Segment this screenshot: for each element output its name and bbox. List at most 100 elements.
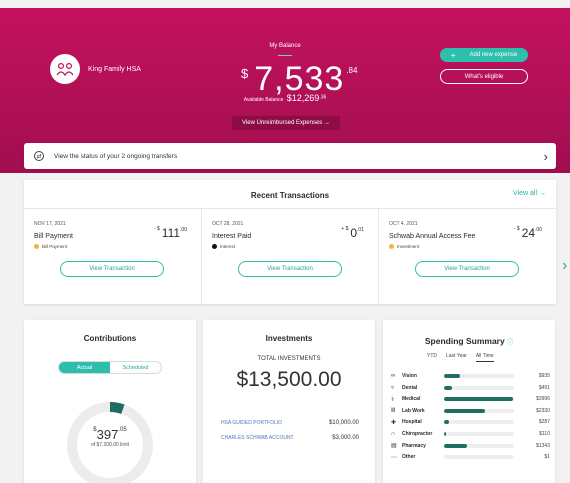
tab-scheduled[interactable]: Scheduled — [110, 362, 161, 373]
spending-bar-fill — [444, 385, 453, 390]
transaction-tag: Interest — [212, 244, 235, 249]
transaction-amount-cents: .00 — [535, 227, 542, 233]
spending-bar-track — [444, 455, 514, 460]
transaction-date: OCT 4, 2021 — [389, 221, 418, 227]
spending-category-value: $1343 — [536, 442, 550, 449]
transaction-title: Bill Payment — [34, 233, 73, 240]
view-unreimbursed-button[interactable]: View Unreimbursed Expenses → — [232, 116, 340, 130]
spending-bar-track — [444, 443, 514, 448]
contributions-card: Contributions Actual Scheduled $397.05 o… — [24, 320, 196, 483]
spending-row[interactable]: ✚ Hospital $287 — [391, 417, 551, 427]
available-amount: $12,269 — [286, 93, 320, 103]
investment-name: HSA GUIDED PORTFOLIO — [221, 420, 283, 426]
spending-bar-track — [444, 385, 514, 390]
transaction-amount-main: 24 — [521, 226, 536, 240]
view-all-link[interactable]: View all → — [513, 190, 546, 197]
transaction-tag-label: Bill Payment — [42, 244, 68, 249]
spending-row[interactable]: Ⅲ Lab Work $2330 — [391, 406, 551, 416]
tag-dot-icon — [389, 244, 394, 249]
transaction-sign: + $ — [341, 226, 349, 232]
investment-value: $3,000.00 — [332, 435, 359, 441]
spending-category-value: $2330 — [536, 407, 550, 414]
account-selector[interactable]: King Family HSA — [50, 54, 141, 84]
family-avatar-icon — [50, 54, 80, 84]
spending-period-tabs: YTD Last Year All Time — [427, 353, 494, 362]
spending-summary-card: Spending Summary ⓘ YTD Last Year All Tim… — [383, 320, 555, 483]
spending-category-name: Medical — [402, 396, 421, 403]
tab-actual[interactable]: Actual — [59, 362, 110, 373]
balance-divider — [278, 55, 292, 56]
spending-row[interactable]: ∞ Vision $935 — [391, 371, 551, 381]
tab-all-time[interactable]: All Time — [475, 353, 494, 362]
recent-transactions-card: Recent Transactions View all → NOV 17, 2… — [24, 180, 556, 304]
tag-dot-icon — [34, 244, 39, 249]
spending-category-name: Pharmacy — [402, 442, 426, 449]
transaction-sign: - $ — [513, 226, 520, 232]
view-transaction-button[interactable]: View Transaction — [415, 261, 519, 277]
info-icon[interactable]: ⓘ — [507, 340, 513, 346]
spending-row[interactable]: ∩ Chiropractor $110 — [391, 429, 551, 439]
transaction-tag-label: Interest — [220, 244, 236, 249]
transfers-banner[interactable]: ⇄ View the status of your 2 ongoing tran… — [24, 143, 556, 169]
contributions-toggle: Actual Scheduled — [58, 361, 162, 374]
spending-category-name: Vision — [402, 373, 417, 379]
spending-row[interactable]: ▿ Dental $491 — [391, 383, 551, 393]
investment-name: CHARLES SCHWAB ACCOUNT — [221, 435, 294, 441]
spending-row[interactable]: ▤ Pharmacy $1343 — [391, 441, 551, 451]
spending-category-value: $110 — [539, 431, 550, 437]
total-investments-value: $13,500.00 — [236, 368, 342, 391]
spending-category-value: $491 — [538, 384, 550, 391]
headphones-icon: ∩ — [391, 431, 396, 437]
spending-bar-fill — [444, 443, 468, 448]
balance-cents: .84 — [346, 66, 358, 75]
spending-title-text: Spending Summary — [424, 336, 505, 346]
transaction-item: OCT 28, 2021 Interest Paid + $ 0 .01 Int… — [201, 209, 378, 304]
tag-dot-icon — [212, 244, 217, 249]
spending-bar-track — [444, 408, 514, 413]
more-icon: ⋯ — [391, 454, 397, 461]
transaction-amount-cents: .00 — [180, 227, 187, 233]
available-label: Available Balance — [243, 97, 284, 103]
transaction-amount: - $ 24 .00 — [514, 226, 542, 240]
investments-title: Investments — [265, 334, 313, 343]
hospital-icon: ✚ — [391, 419, 397, 426]
total-investments-label: TOTAL INVESTMENTS — [257, 356, 321, 362]
investment-row[interactable]: CHARLES SCHWAB ACCOUNT $3,000.00 — [221, 435, 359, 441]
transaction-amount: - $ 111 .00 — [154, 226, 187, 240]
contributions-limit: of $7,200.00 limit — [90, 442, 130, 448]
view-transaction-button[interactable]: View Transaction — [60, 261, 164, 277]
view-transaction-button[interactable]: View Transaction — [238, 261, 342, 277]
transaction-item: NOV 17, 2021 Bill Payment - $ 111 .00 Bi… — [24, 209, 201, 304]
investment-row[interactable]: HSA GUIDED PORTFOLIO $10,000.00 — [221, 420, 359, 426]
transaction-amount-cents: .01 — [357, 227, 364, 233]
chevron-right-icon[interactable]: › — [544, 149, 548, 164]
transaction-tag: Investment — [389, 244, 419, 249]
contributions-amount-main: 397 — [96, 427, 119, 442]
pharmacy-icon: ▤ — [391, 443, 397, 450]
transaction-tag-label: Investment — [397, 244, 420, 249]
spending-bar-track — [444, 420, 514, 425]
spending-bar-fill — [444, 420, 449, 425]
tab-ytd[interactable]: YTD — [427, 353, 437, 362]
spending-row[interactable]: ⋯ Other $1 — [391, 452, 551, 462]
available-cents: .36 — [319, 94, 327, 101]
spending-bar-fill — [444, 408, 485, 413]
transaction-amount: + $ 0 .01 — [341, 226, 364, 240]
spending-category-name: Dental — [402, 384, 418, 391]
spending-bar-fill — [444, 432, 447, 436]
contributions-cents: .05 — [118, 427, 127, 433]
spending-category-name: Lab Work — [402, 407, 425, 414]
spending-category-value: $935 — [538, 373, 550, 379]
whats-eligible-button[interactable]: What's eligible — [440, 69, 528, 84]
next-transactions-chevron-icon[interactable]: › — [562, 257, 567, 275]
available-balance: Available Balance $12,269.36 — [0, 93, 570, 103]
spending-bar-fill — [444, 397, 513, 402]
spending-row[interactable]: ⚕ Medical $3996 — [391, 394, 551, 404]
stethoscope-icon: ⚕ — [391, 396, 395, 403]
transaction-amount-main: 0 — [350, 226, 358, 240]
contributions-title: Contributions — [83, 334, 137, 343]
tab-last-year[interactable]: Last Year — [446, 353, 467, 362]
transaction-item: OCT 4, 2021 Schwab Annual Access Fee - $… — [378, 209, 556, 304]
transaction-sign: - $ — [153, 226, 160, 232]
add-expense-button[interactable]: + Add new expense — [440, 48, 528, 62]
